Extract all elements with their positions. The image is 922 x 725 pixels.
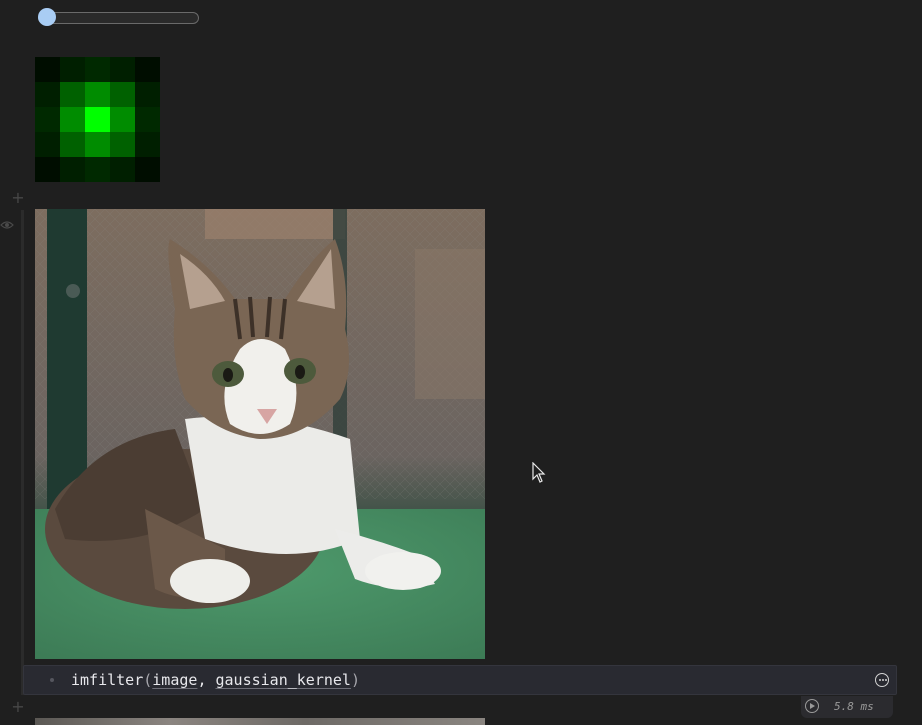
kernel-cell xyxy=(135,132,160,158)
play-icon[interactable] xyxy=(805,699,819,713)
open-paren: ( xyxy=(143,671,153,689)
kernel-cell xyxy=(110,57,136,83)
runtime-indicator: 5.8 ms xyxy=(801,696,893,718)
kernel-cell xyxy=(85,132,111,158)
kernel-size-slider[interactable] xyxy=(38,8,199,26)
close-paren: ) xyxy=(350,671,360,689)
function-name: imfilter xyxy=(71,671,144,689)
code-line[interactable]: imfilter(image, gaussian_kernel) xyxy=(71,671,360,689)
kernel-cell xyxy=(110,82,136,108)
kernel-cell xyxy=(60,82,86,108)
slider-track[interactable] xyxy=(38,12,199,24)
kernel-cell xyxy=(135,107,160,133)
next-cell-output xyxy=(35,718,485,725)
kernel-cell xyxy=(110,157,136,182)
cell-drag-handle[interactable] xyxy=(50,678,54,682)
kernel-cell xyxy=(35,157,61,182)
arg-gaussian-kernel: gaussian_kernel xyxy=(215,671,351,689)
kernel-cell xyxy=(85,57,111,83)
mouse-cursor-icon xyxy=(532,461,546,488)
add-cell-below-icon[interactable]: + xyxy=(10,699,26,715)
kernel-cell xyxy=(85,157,111,182)
filtered-image-output xyxy=(35,209,485,659)
more-options-icon[interactable] xyxy=(875,673,889,687)
kernel-cell xyxy=(135,157,160,182)
kernel-cell xyxy=(135,57,160,83)
runtime-label: 5.8 ms xyxy=(834,700,874,713)
arg-image: image xyxy=(152,671,198,689)
slider-thumb[interactable] xyxy=(38,8,56,26)
kernel-cell xyxy=(135,82,160,108)
cell-focus-bar xyxy=(21,210,24,695)
kernel-cell xyxy=(35,57,61,83)
add-cell-above-icon[interactable]: + xyxy=(10,190,26,206)
code-cell-input[interactable]: imfilter(image, gaussian_kernel) xyxy=(23,665,897,695)
arg-separator: , xyxy=(197,671,216,689)
kernel-cell xyxy=(110,132,136,158)
kernel-cell xyxy=(60,157,86,182)
kernel-cell xyxy=(85,107,111,133)
kernel-cell xyxy=(110,107,136,133)
kernel-cell xyxy=(35,132,61,158)
kernel-cell xyxy=(60,107,86,133)
kernel-cell xyxy=(35,107,61,133)
kernel-heatmap xyxy=(35,57,160,182)
kernel-cell xyxy=(60,132,86,158)
kernel-cell xyxy=(35,82,61,108)
kernel-cell xyxy=(85,82,111,108)
kernel-cell xyxy=(60,57,86,83)
eye-icon[interactable] xyxy=(0,216,14,229)
